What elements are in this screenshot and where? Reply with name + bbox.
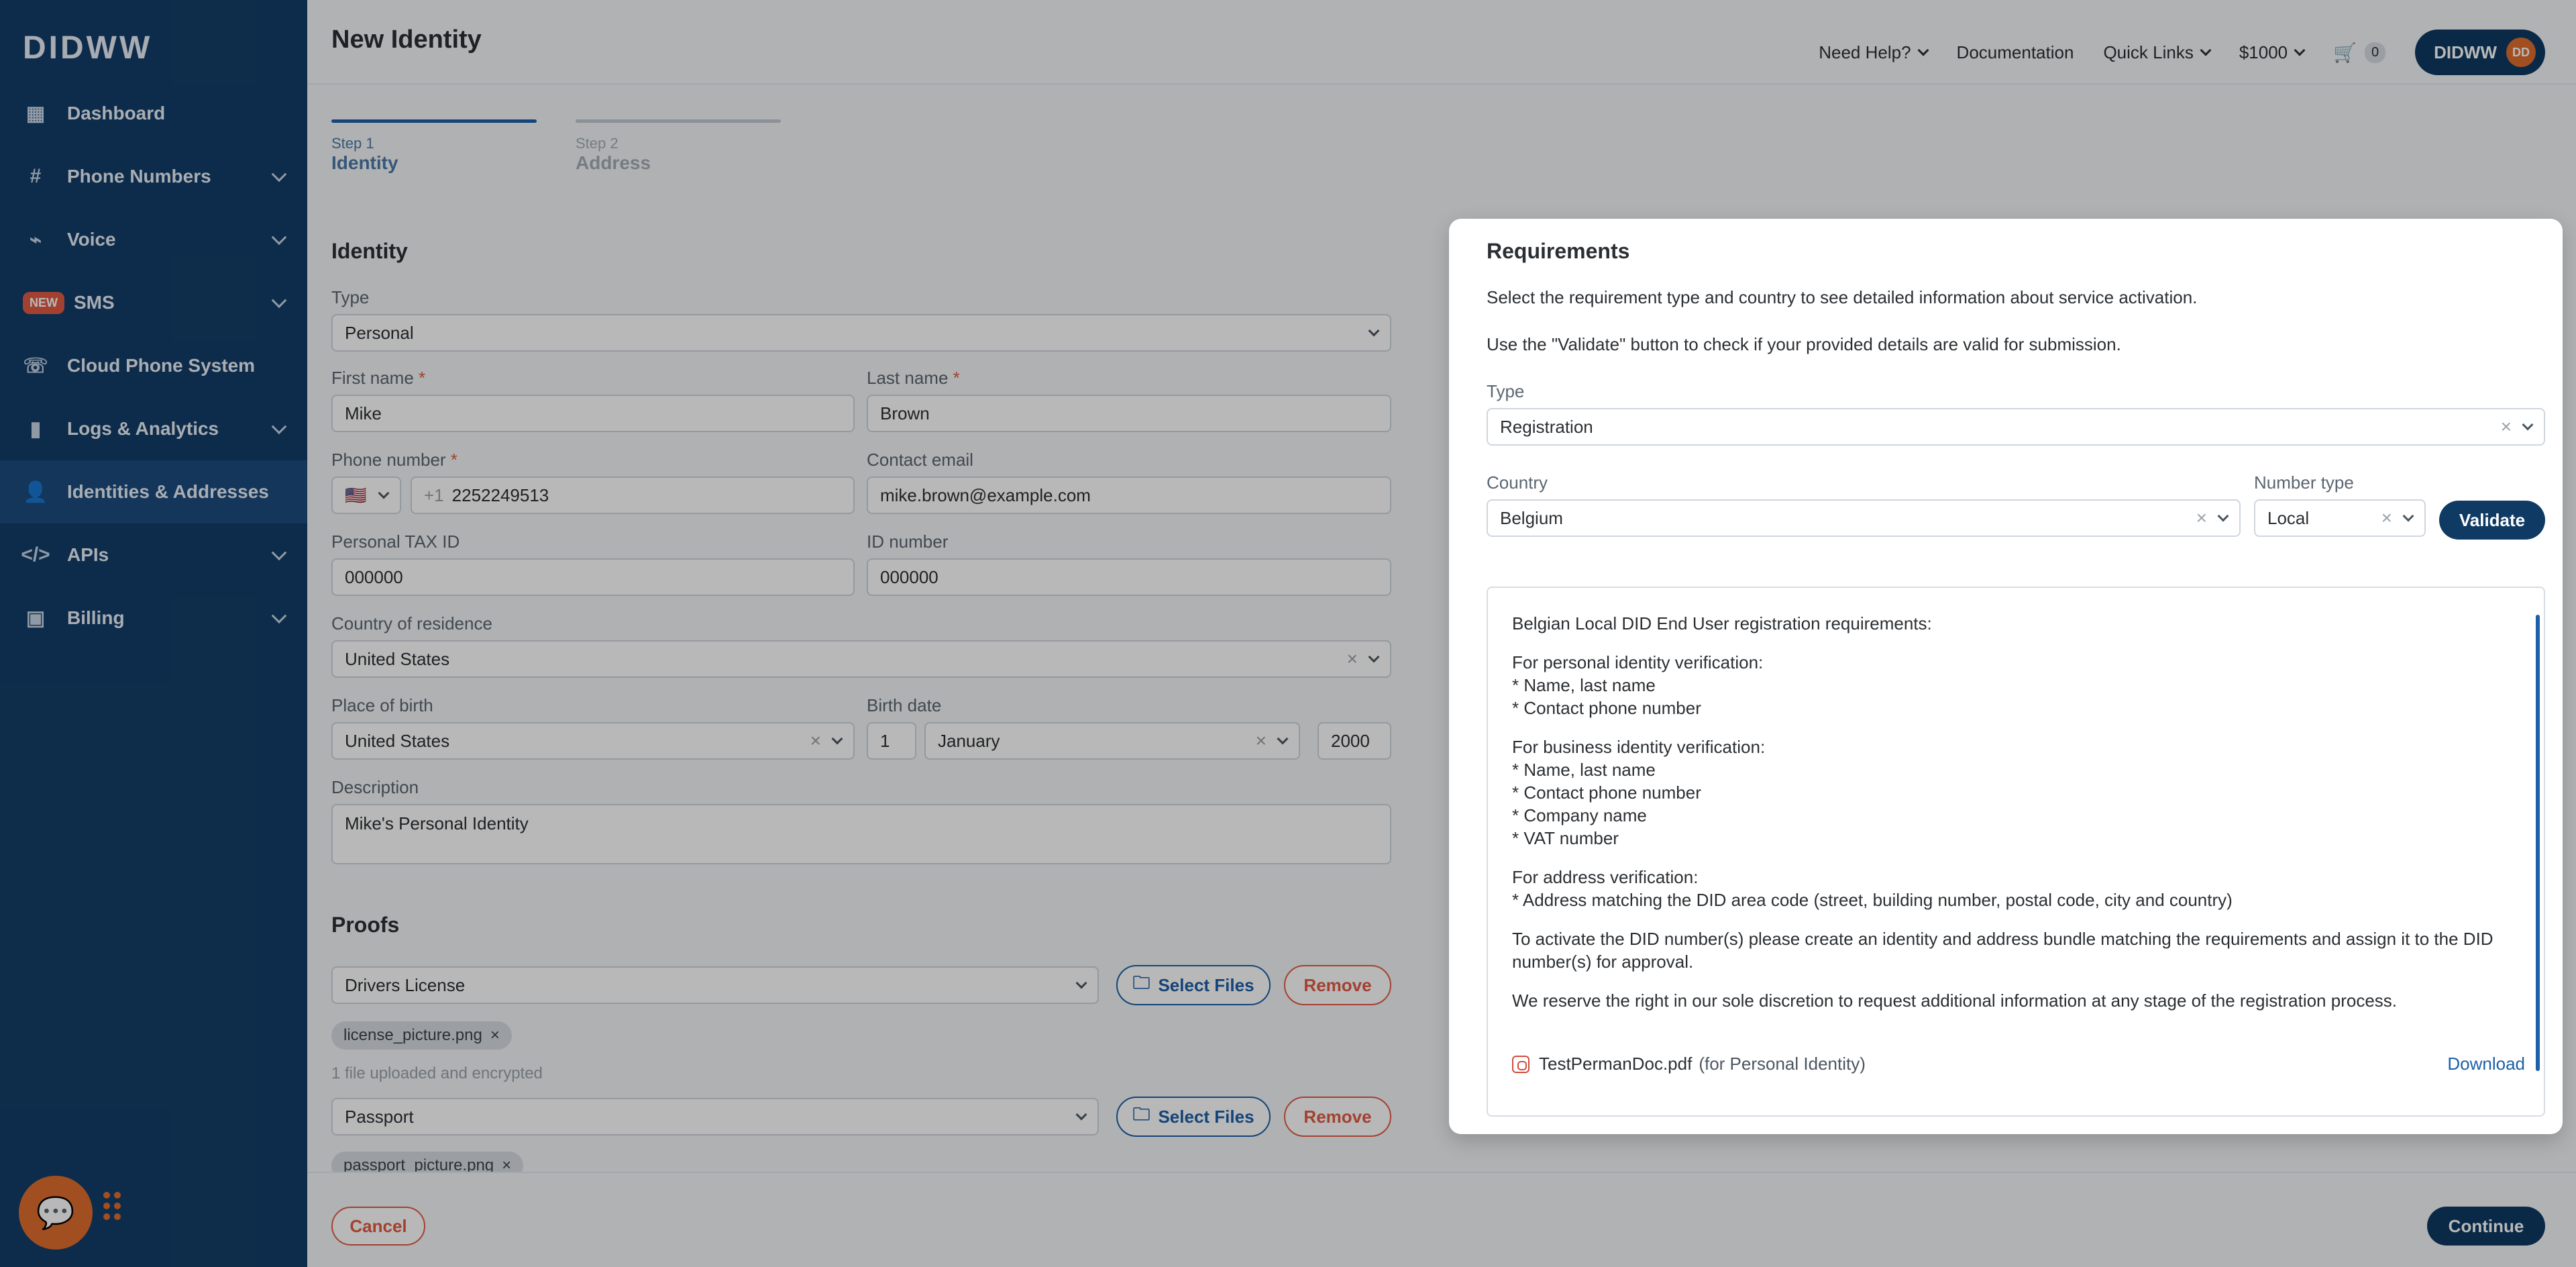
chevron-down-icon [2402, 510, 2414, 522]
requirements-type-select[interactable]: Registration × [1487, 408, 2545, 446]
business-item: * VAT number [1512, 828, 1619, 848]
clear-icon[interactable]: × [2381, 507, 2392, 529]
requirements-type-value: Registration [1500, 416, 1593, 437]
business-item: * Contact phone number [1512, 782, 1701, 803]
select-icons: × [2381, 507, 2414, 529]
requirements-country-value: Belgium [1500, 507, 1563, 528]
personal-title: For personal identity verification: [1512, 652, 1764, 672]
requirements-heading: Belgian Local DID End User registration … [1512, 613, 1932, 634]
select-icons: × [2501, 416, 2534, 438]
number-type-select[interactable]: Local × [2254, 499, 2426, 537]
requirements-type-label: Type [1487, 381, 1525, 401]
validate-button[interactable]: Validate [2439, 501, 2545, 540]
number-type-label: Number type [2254, 472, 2354, 493]
reserve-text: We reserve the right in our sole discret… [1512, 991, 2398, 1011]
business-item: * Company name [1512, 805, 1647, 825]
download-link[interactable]: Download [2447, 1054, 2525, 1074]
requirements-title: Requirements [1487, 239, 1630, 263]
requirements-panel: Requirements Select the requirement type… [1449, 219, 2563, 1134]
clear-icon[interactable]: × [2196, 507, 2207, 529]
select-icons: × [2196, 507, 2229, 529]
requirements-info-box: Belgian Local DID End User registration … [1487, 587, 2545, 1117]
activation-text: To activate the DID number(s) please cre… [1512, 929, 2493, 972]
business-item: * Name, last name [1512, 760, 1656, 780]
attachment-name: TestPermanDoc.pdf [1539, 1054, 1693, 1074]
requirements-description-1: Select the requirement type and country … [1487, 287, 2198, 307]
chevron-down-icon [2522, 419, 2534, 431]
personal-item: * Name, last name [1512, 675, 1656, 695]
address-item: * Address matching the DID area code (st… [1512, 890, 2233, 910]
requirements-description-2: Use the "Validate" button to check if yo… [1487, 334, 2121, 354]
business-title: For business identity verification: [1512, 737, 1766, 757]
number-type-value: Local [2267, 507, 2310, 528]
requirements-info-content: Belgian Local DID End User registration … [1512, 612, 2518, 1028]
requirements-country-select[interactable]: Belgium × [1487, 499, 2241, 537]
requirements-country-label: Country [1487, 472, 1548, 493]
chevron-down-icon [2217, 510, 2229, 522]
clear-icon[interactable]: × [2501, 416, 2512, 438]
scrollbar[interactable] [2536, 615, 2540, 1071]
attachment-row: TestPermanDoc.pdf (for Personal Identity… [1512, 1054, 2525, 1074]
pdf-icon [1512, 1055, 1529, 1073]
address-title: For address verification: [1512, 867, 1699, 887]
personal-item: * Contact phone number [1512, 698, 1701, 718]
validate-label: Validate [2459, 509, 2526, 530]
attachment-note: (for Personal Identity) [1699, 1054, 1866, 1074]
